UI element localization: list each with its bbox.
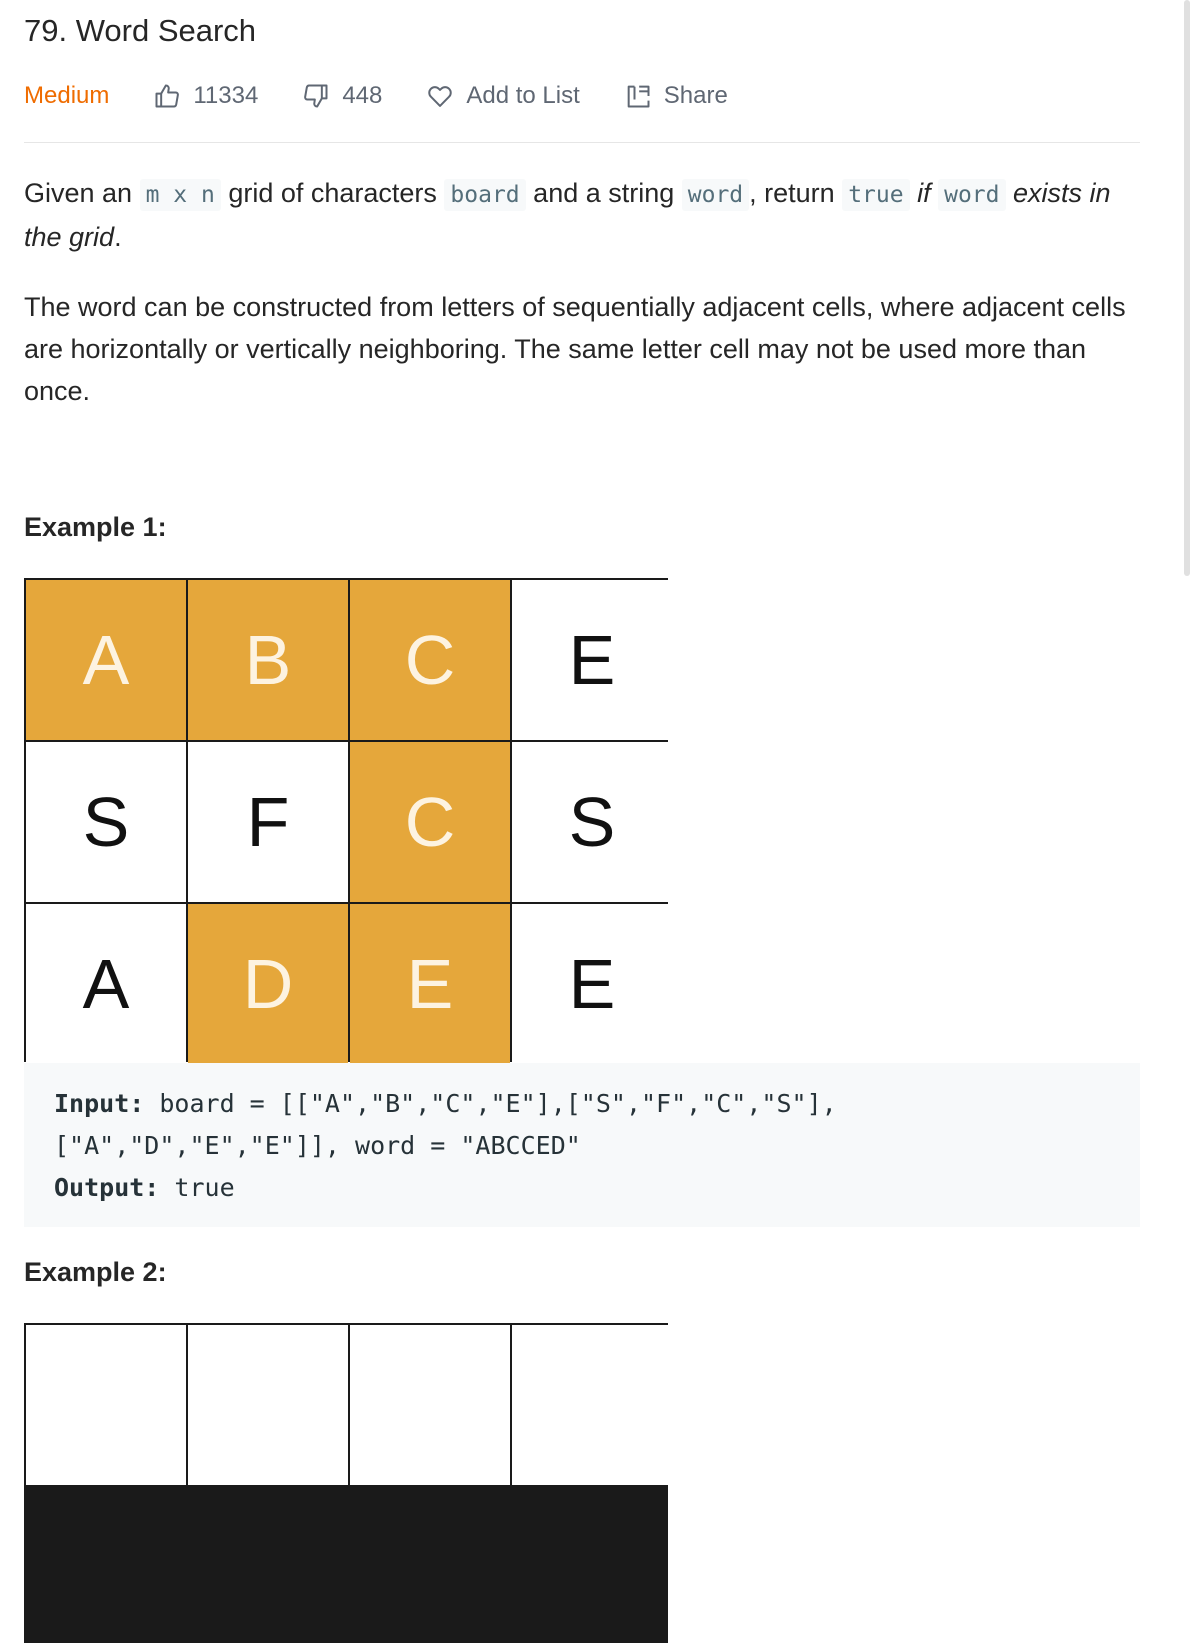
board-cell: S xyxy=(26,742,186,902)
example-1-code-block: Input: board = [["A","B","C","E"],["S","… xyxy=(24,1063,1140,1227)
description-paragraph-2: The word can be constructed from letters… xyxy=(24,292,1126,406)
input-value-line-2: ["A","D","E","E"]], word = "ABCCED" xyxy=(54,1131,581,1160)
board-cell: C xyxy=(350,742,510,902)
board-cell xyxy=(512,1325,672,1485)
like-button[interactable]: 11334 xyxy=(153,82,258,110)
output-label: Output: xyxy=(54,1173,160,1202)
add-to-list-button[interactable]: Add to List xyxy=(426,82,580,110)
board-cell: C xyxy=(350,580,510,740)
share-label: Share xyxy=(663,82,728,109)
example-1-title: Example 1: xyxy=(24,512,167,542)
desc-text: and a string xyxy=(525,178,682,208)
example-2-board-image xyxy=(24,1323,672,1643)
inline-code-word: word xyxy=(681,179,750,211)
board-cell: E xyxy=(512,904,672,1064)
difficulty-label: Medium xyxy=(24,82,110,109)
scrollbar[interactable] xyxy=(1182,0,1192,1350)
thumbs-up-icon xyxy=(155,84,180,108)
desc-text: grid of characters xyxy=(220,178,445,208)
board-cell: B xyxy=(188,580,348,740)
board-cell: E xyxy=(512,580,672,740)
thumbs-down-icon xyxy=(304,84,328,108)
inline-code-mxn: m x n xyxy=(139,179,221,211)
board-cell xyxy=(188,1325,348,1485)
dislike-count: 448 xyxy=(342,82,383,109)
header-divider xyxy=(24,142,1140,143)
board-cell: D xyxy=(188,904,348,1064)
problem-title: 79. Word Search xyxy=(24,13,257,48)
input-label: Input: xyxy=(54,1089,145,1118)
board-cell: S xyxy=(512,742,672,902)
board-cell: A xyxy=(26,904,186,1064)
share-icon xyxy=(627,85,650,108)
desc-text-italic: if xyxy=(909,178,939,208)
example-1-board-image: ABCESFCSADEE xyxy=(24,578,672,1064)
desc-text: Given an xyxy=(24,178,140,208)
board-cell xyxy=(26,1325,186,1485)
problem-page: 79. Word Search Medium 11334 448 Add to … xyxy=(0,0,1192,1643)
share-button[interactable]: Share xyxy=(624,82,728,110)
inline-code-word: word xyxy=(938,179,1006,211)
board-cell xyxy=(350,1325,510,1485)
like-count: 11334 xyxy=(193,82,259,109)
description-paragraph-1: Given an m x n grid of characters board … xyxy=(24,172,1134,258)
dislike-button[interactable]: 448 xyxy=(302,82,382,110)
output-value: true xyxy=(159,1173,235,1202)
scrollbar-thumb[interactable] xyxy=(1184,0,1190,576)
inline-code-true: true xyxy=(842,179,910,211)
board-cell: A xyxy=(26,580,186,740)
desc-text: . xyxy=(114,222,122,252)
problem-description: Given an m x n grid of characters board … xyxy=(24,172,1134,412)
board-cell: F xyxy=(188,742,348,902)
desc-text: , return xyxy=(749,178,843,208)
problem-meta-row: Medium 11334 448 Add to List Share xyxy=(24,78,772,114)
inline-code-board: board xyxy=(444,179,526,211)
board-cell: E xyxy=(350,904,510,1064)
add-to-list-label: Add to List xyxy=(466,82,580,109)
input-value-line-1: board = [["A","B","C","E"],["S","F","C",… xyxy=(144,1089,837,1118)
heart-icon xyxy=(428,86,453,107)
example-2-title: Example 2: xyxy=(24,1257,167,1287)
